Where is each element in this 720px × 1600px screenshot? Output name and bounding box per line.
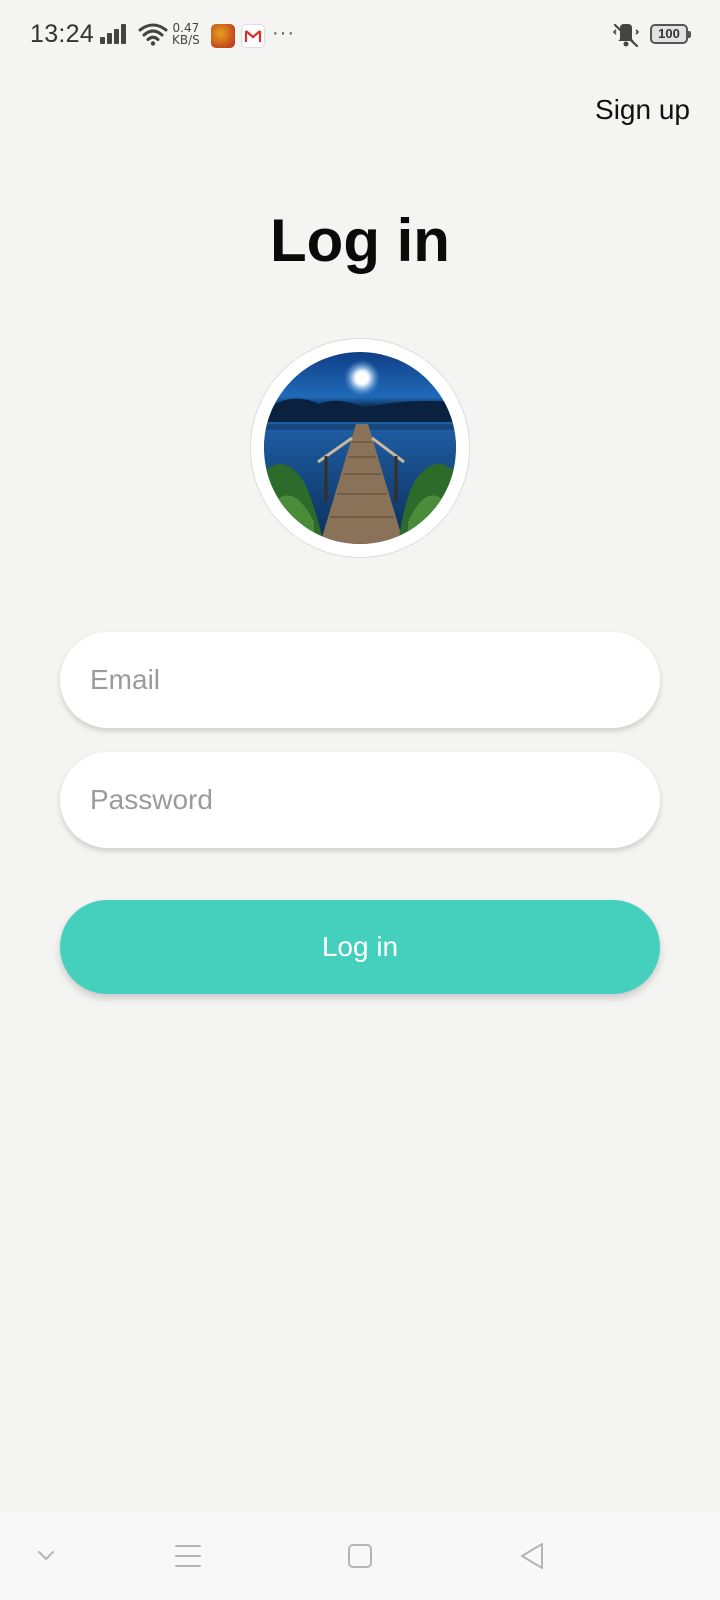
page-title: Log in [270, 207, 450, 274]
network-speed: 0.47 KB/S [172, 22, 200, 46]
sign-up-link[interactable]: Sign up [595, 94, 690, 126]
app-icon [211, 24, 235, 48]
battery-icon: 100 [650, 24, 691, 44]
network-speed-unit: KB/S [172, 33, 200, 47]
status-time: 13:24 [30, 20, 95, 48]
avatar [250, 338, 470, 558]
chevron-down-icon[interactable] [24, 1534, 68, 1578]
email-field[interactable] [90, 632, 630, 728]
password-field-container [60, 752, 660, 848]
avatar-image [264, 352, 456, 544]
wifi-icon [138, 22, 168, 51]
vibrate-off-icon [612, 22, 642, 53]
password-field[interactable] [90, 752, 630, 848]
signal-icon [100, 24, 128, 49]
more-icon: ··· [272, 22, 295, 44]
gmail-icon [241, 24, 265, 48]
navigation-bar [0, 1512, 720, 1600]
back-triangle-icon[interactable] [510, 1534, 554, 1578]
menu-icon[interactable] [166, 1534, 210, 1578]
login-button[interactable]: Log in [60, 900, 660, 994]
home-square-icon[interactable] [338, 1534, 382, 1578]
email-field-container [60, 632, 660, 728]
status-bar: 13:24 0.47 KB/S ··· 100 [0, 0, 720, 72]
